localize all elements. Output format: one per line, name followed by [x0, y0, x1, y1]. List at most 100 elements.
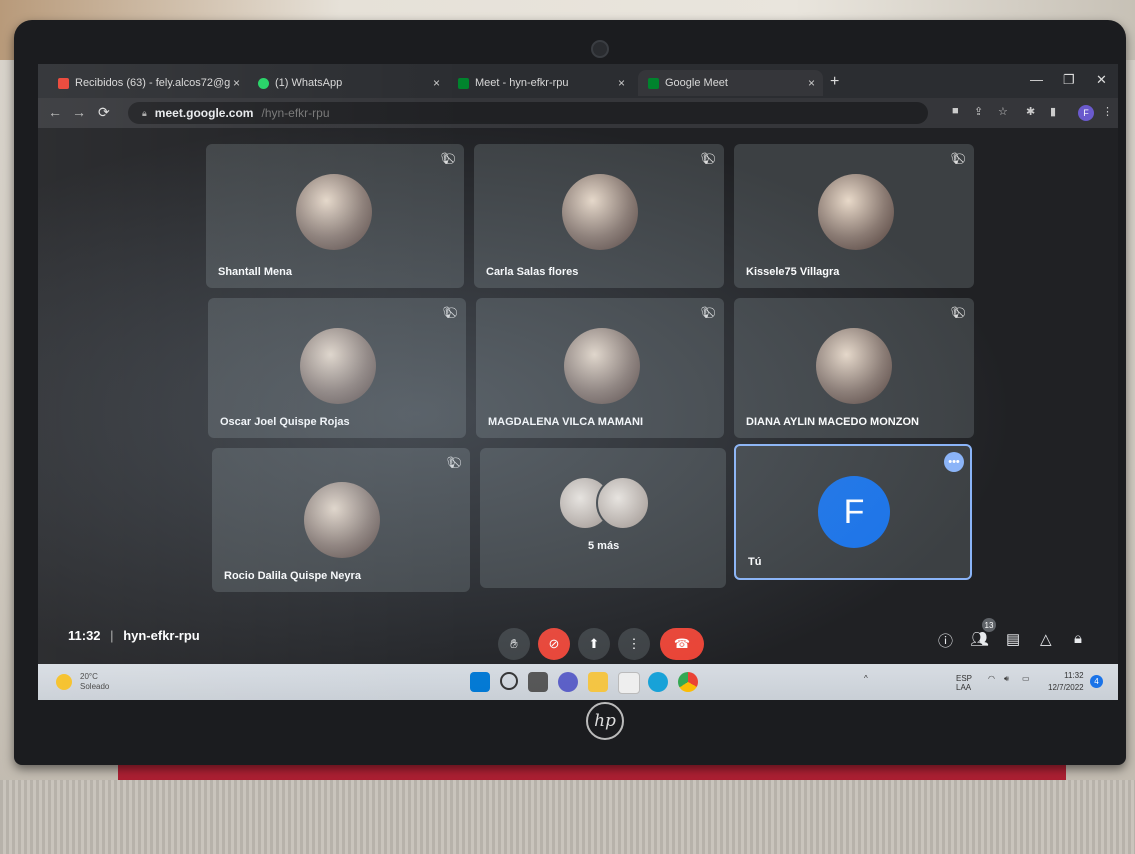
- host-controls-icon[interactable]: 🔒︎: [1074, 630, 1082, 647]
- participant-tile[interactable]: 🎙︎⃠ DIANA AYLIN MACEDO MONZON: [734, 298, 974, 438]
- close-icon[interactable]: ×: [433, 76, 440, 90]
- tab-gmail[interactable]: Recibidos (63) - fely.alcos72@g ×: [48, 70, 248, 96]
- info-icon[interactable]: ⓘ: [938, 630, 953, 651]
- meet-control-bar: 11:32 | hyn-efkr-rpu ✋︎ ⊘ ⬆ ⋮ ☎ ⓘ 👥︎ 13 …: [38, 600, 1118, 664]
- camera-indicator-icon[interactable]: ■: [952, 105, 959, 117]
- office-icon[interactable]: [618, 672, 640, 694]
- menu-icon[interactable]: ⋮: [1102, 105, 1113, 118]
- participant-tile[interactable]: 🎙︎⃠ Shantall Mena: [206, 144, 464, 288]
- meet-icon: [458, 77, 469, 89]
- whatsapp-icon: [258, 77, 269, 89]
- battery-icon[interactable]: ▭: [1022, 674, 1030, 683]
- mic-off-icon: 🎙︎⃠: [438, 153, 452, 165]
- lock-icon: 🔒︎: [142, 107, 147, 118]
- participant-avatar: [596, 476, 650, 530]
- participant-name: Rocio Dalila Quispe Neyra: [224, 570, 361, 582]
- raise-hand-button[interactable]: ✋︎: [498, 628, 530, 660]
- close-icon[interactable]: ×: [618, 76, 625, 90]
- tab-meet-call[interactable]: Meet - hyn-efkr-rpu ×: [448, 70, 633, 96]
- new-tab-button[interactable]: +: [830, 73, 839, 91]
- task-view-icon[interactable]: [528, 672, 548, 692]
- meeting-code: hyn-efkr-rpu: [123, 628, 200, 643]
- weather-temp: 20°C: [80, 672, 98, 681]
- activities-icon[interactable]: △: [1040, 630, 1052, 648]
- clock-date: 12/7/2022: [1048, 683, 1084, 692]
- webcam: [591, 40, 609, 58]
- notification-badge[interactable]: 4: [1090, 675, 1103, 688]
- self-tile[interactable]: F ••• Tú: [734, 444, 972, 580]
- participant-name: Carla Salas flores: [486, 266, 579, 278]
- mic-off-icon: 🎙︎⃠: [440, 307, 454, 319]
- language-indicator[interactable]: ESP LAA: [956, 674, 972, 692]
- participant-tile[interactable]: 🎙︎⃠ Rocio Dalila Quispe Neyra: [212, 448, 470, 592]
- self-name: Tú: [748, 556, 762, 568]
- file-explorer-icon[interactable]: [588, 672, 608, 692]
- meet-stage: 🎙︎⃠ Shantall Mena 🎙︎⃠ Carla Salas flores…: [38, 128, 1118, 664]
- more-options-icon[interactable]: •••: [944, 452, 964, 472]
- profile-avatar[interactable]: F: [1078, 105, 1094, 121]
- present-button[interactable]: ⬆: [578, 628, 610, 660]
- tab-whatsapp[interactable]: (1) WhatsApp ×: [248, 70, 448, 96]
- gmail-icon: [58, 77, 69, 89]
- people-icon[interactable]: 👥︎: [970, 630, 989, 648]
- camera-off-button[interactable]: ⊘: [538, 628, 570, 660]
- sidepanel-icon[interactable]: ▮: [1050, 105, 1056, 118]
- language-code: ESP: [956, 674, 973, 683]
- reload-icon[interactable]: ⟳: [98, 104, 110, 121]
- laptop-screen: Recibidos (63) - fely.alcos72@g × (1) Wh…: [38, 64, 1118, 700]
- laptop-keyboard-base: [0, 780, 1135, 854]
- participant-name: DIANA AYLIN MACEDO MONZON: [746, 416, 919, 428]
- more-participants-tile[interactable]: 5 más: [480, 448, 726, 588]
- participant-tile[interactable]: 🎙︎⃠ Carla Salas flores: [474, 144, 724, 288]
- participant-name: Shantall Mena: [218, 266, 292, 278]
- more-options-button[interactable]: ⋮: [618, 628, 650, 660]
- participant-tile[interactable]: 🎙︎⃠ MAGDALENA VILCA MAMANI: [476, 298, 724, 438]
- chrome-icon[interactable]: [678, 672, 698, 692]
- close-icon[interactable]: ×: [808, 76, 815, 90]
- participant-avatar: [562, 174, 638, 250]
- clock-time: 11:32: [1064, 671, 1084, 680]
- share-icon[interactable]: ⇪: [974, 105, 983, 118]
- chat-app-icon[interactable]: [558, 672, 578, 692]
- participant-avatar: [300, 328, 376, 404]
- tray-overflow-icon[interactable]: ^: [864, 674, 868, 683]
- participant-tile[interactable]: 🎙︎⃠ Kissele75 Villagra: [734, 144, 974, 288]
- wifi-icon[interactable]: ◠: [988, 674, 995, 683]
- sun-icon: [56, 674, 72, 690]
- volume-icon[interactable]: 🔊︎: [1004, 674, 1009, 684]
- star-icon[interactable]: ☆: [998, 105, 1008, 118]
- edge-icon[interactable]: [648, 672, 668, 692]
- self-avatar: F: [818, 476, 890, 548]
- participant-name: Kissele75 Villagra: [746, 266, 840, 278]
- participant-avatar: [304, 482, 380, 558]
- participant-tile[interactable]: 🎙︎⃠ Oscar Joel Quispe Rojas: [208, 298, 466, 438]
- forward-icon[interactable]: →: [72, 104, 86, 120]
- participant-avatar: [296, 174, 372, 250]
- minimize-icon[interactable]: —: [1030, 72, 1043, 87]
- start-icon[interactable]: [470, 672, 490, 692]
- restore-icon[interactable]: ❐: [1063, 72, 1075, 88]
- mic-off-icon: 🎙︎⃠: [444, 457, 458, 469]
- tab-label: Recibidos (63) - fely.alcos72@g: [75, 77, 231, 89]
- tab-label: Meet - hyn-efkr-rpu: [475, 77, 569, 89]
- taskbar-clock[interactable]: 11:32 12/7/2022: [1048, 670, 1084, 694]
- search-icon[interactable]: [500, 672, 518, 690]
- meet-icon: [648, 77, 659, 89]
- close-icon[interactable]: ×: [233, 76, 240, 90]
- hang-up-button[interactable]: ☎: [660, 628, 704, 660]
- back-icon[interactable]: ←: [48, 104, 62, 120]
- separator: |: [110, 628, 114, 643]
- weather-widget[interactable]: 20°C Soleado: [56, 672, 109, 692]
- participant-avatar: [816, 328, 892, 404]
- url-input[interactable]: 🔒︎ meet.google.com /hyn-efkr-rpu: [128, 102, 928, 124]
- close-window-icon[interactable]: ✕: [1096, 72, 1107, 88]
- mic-off-icon: 🎙︎⃠: [948, 153, 962, 165]
- browser-tab-bar: Recibidos (63) - fely.alcos72@g × (1) Wh…: [38, 64, 1118, 98]
- participant-count-badge: 13: [982, 618, 996, 632]
- participant-avatar: [564, 328, 640, 404]
- participant-name: Oscar Joel Quispe Rojas: [220, 416, 350, 428]
- tab-google-meet[interactable]: Google Meet ×: [638, 70, 823, 96]
- url-domain: meet.google.com: [154, 106, 254, 120]
- chat-icon[interactable]: ▤: [1006, 630, 1020, 648]
- extensions-icon[interactable]: ✱: [1026, 105, 1035, 118]
